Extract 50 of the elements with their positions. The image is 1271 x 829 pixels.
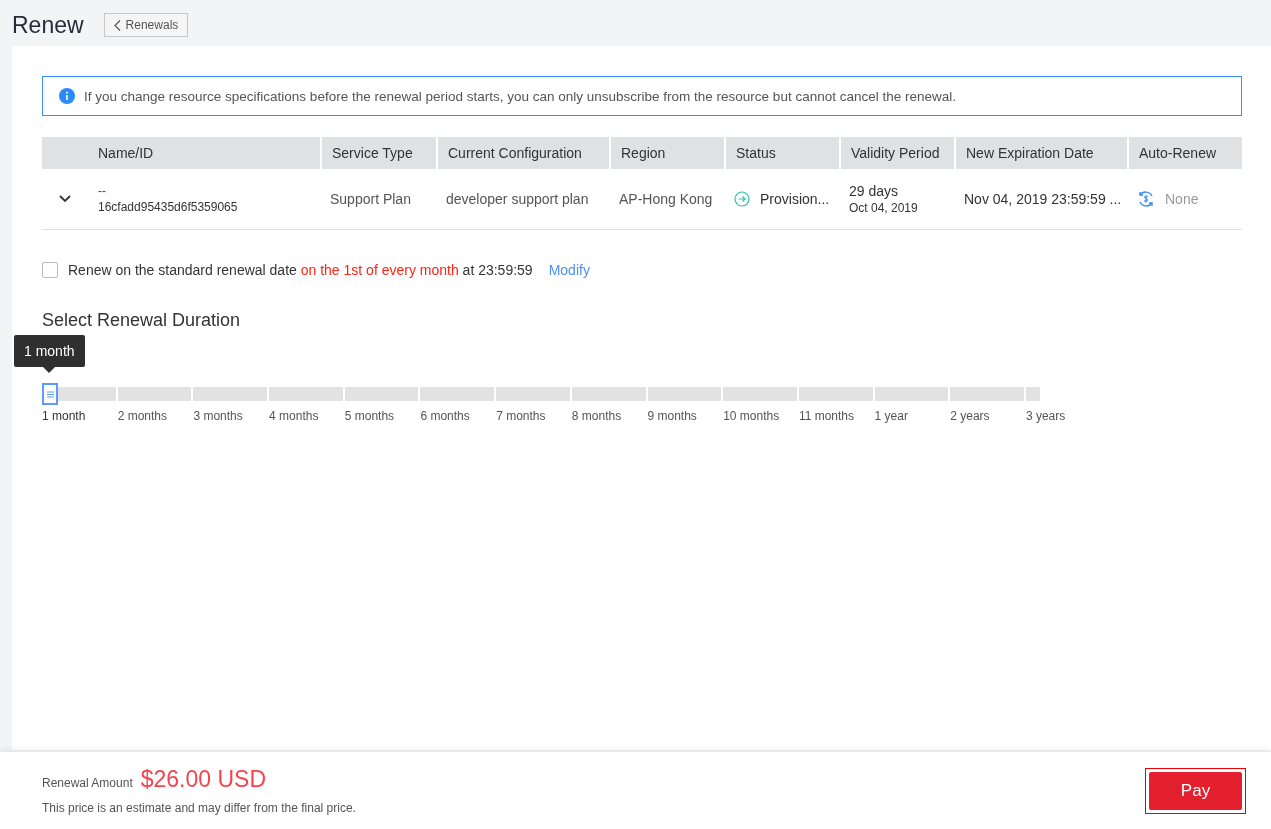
duration-option[interactable]: 5 months bbox=[344, 409, 395, 423]
price-note: This price is an estimate and may differ from the final price. bbox=[42, 801, 356, 815]
duration-option[interactable]: 1 month bbox=[42, 409, 86, 423]
column-header: Region bbox=[609, 137, 724, 169]
duration-option[interactable]: 6 months bbox=[420, 409, 470, 423]
duration-option[interactable]: 7 months bbox=[496, 409, 546, 423]
column-header: Validity Period bbox=[839, 137, 954, 169]
duration-option[interactable]: 9 months bbox=[647, 409, 697, 423]
status-text: Provision... bbox=[760, 191, 830, 207]
column-header: Status bbox=[724, 137, 839, 169]
dollar-refresh-icon bbox=[1137, 190, 1155, 208]
duration-option[interactable]: 8 months bbox=[571, 409, 622, 423]
column-header: Current Configuration bbox=[436, 137, 609, 169]
slider-handle[interactable] bbox=[42, 383, 58, 405]
duration-option[interactable]: 2 months bbox=[117, 409, 168, 423]
standard-renewal-label: Renew on the standard renewal date on the 1st of every month at 23:59:59 bbox=[68, 262, 533, 278]
info-icon bbox=[59, 88, 75, 104]
tooltip: 1 month bbox=[14, 335, 85, 373]
arrow-circle-icon bbox=[734, 191, 750, 207]
chevron-left-icon bbox=[113, 19, 121, 31]
resource-name: -- bbox=[98, 184, 106, 198]
amount-label: Renewal Amount bbox=[42, 776, 133, 790]
duration-option[interactable]: 1 year bbox=[874, 409, 908, 423]
validity-text: 29 days bbox=[849, 183, 899, 199]
validity-date: Oct 04, 2019 bbox=[849, 201, 918, 215]
auto-renew-text: None bbox=[1165, 191, 1199, 207]
column-header: Name/ID bbox=[97, 144, 155, 163]
table-cell-text: AP-Hong Kong bbox=[618, 190, 714, 209]
chevron-down-icon bbox=[59, 195, 71, 203]
expand-toggle[interactable] bbox=[57, 193, 73, 205]
notice-text: If you change resource specifications before the renewal period starts, you can only unsubscribe from the resource but cannot cancel the renewal. bbox=[84, 88, 956, 104]
column-header: Service Type bbox=[320, 137, 436, 169]
resource-id: 16cfadd95435d6f5359065 bbox=[98, 200, 238, 214]
duration-option[interactable]: 4 months bbox=[269, 409, 319, 423]
checkbox[interactable] bbox=[42, 262, 58, 278]
column-header: New Expiration Date bbox=[954, 137, 1127, 169]
back-button[interactable]: Renewals bbox=[103, 13, 189, 37]
table-cell-text: Support Plan bbox=[329, 190, 412, 209]
pay-button[interactable]: Pay bbox=[1149, 771, 1242, 810]
duration-option[interactable]: 3 years bbox=[1025, 409, 1066, 423]
column-header: Auto-Renew bbox=[1127, 137, 1242, 169]
section-title: Select Renewal Duration bbox=[42, 310, 242, 331]
duration-option[interactable]: 10 months bbox=[723, 409, 780, 423]
duration-option[interactable]: 2 years bbox=[950, 409, 990, 423]
price-text: $26.00 USD bbox=[140, 766, 267, 793]
duration-option[interactable]: 11 months bbox=[798, 409, 855, 423]
page-title: Renew bbox=[12, 11, 84, 39]
table-cell-text: Nov 04, 2019 23:59:59 ... bbox=[963, 190, 1123, 209]
table-cell-text: developer support plan bbox=[445, 190, 590, 209]
duration-option[interactable]: 3 months bbox=[193, 409, 243, 423]
